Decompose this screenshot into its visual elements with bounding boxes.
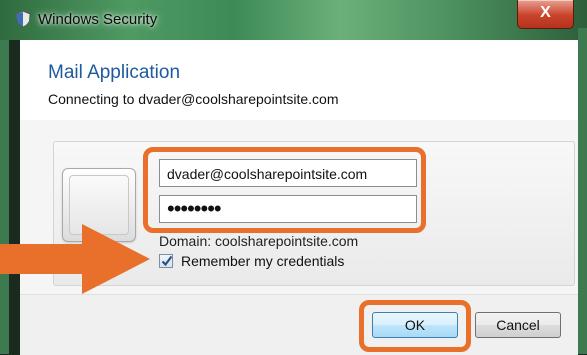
highlight-fields: [143, 147, 426, 233]
dialog-header: Mail Application Connecting to dvader@co…: [20, 40, 578, 120]
remember-checkbox[interactable]: [159, 254, 173, 268]
arrow-right-icon: [0, 224, 150, 294]
window-frame-right: [578, 28, 587, 354]
domain-label: Domain: coolsharepointsite.com: [159, 233, 359, 249]
close-button[interactable]: X: [517, 0, 574, 29]
highlight-ok: [359, 300, 471, 352]
window-title: Windows Security: [38, 11, 158, 28]
remember-label[interactable]: Remember my credentials: [181, 253, 344, 269]
remember-credentials-row[interactable]: Remember my credentials: [159, 253, 344, 269]
dialog-subtitle: Connecting to dvader@coolsharepointsite.…: [48, 91, 339, 107]
checkmark-icon: [161, 255, 173, 267]
window-frame-left: [0, 40, 9, 354]
shield-icon: [14, 10, 32, 28]
dialog-title: Mail Application: [48, 62, 181, 83]
window-titlebar[interactable]: Windows Security: [0, 0, 587, 40]
close-icon: X: [540, 4, 551, 21]
cancel-button[interactable]: Cancel: [475, 312, 561, 338]
dialog-footer: OK Cancel: [20, 294, 578, 355]
